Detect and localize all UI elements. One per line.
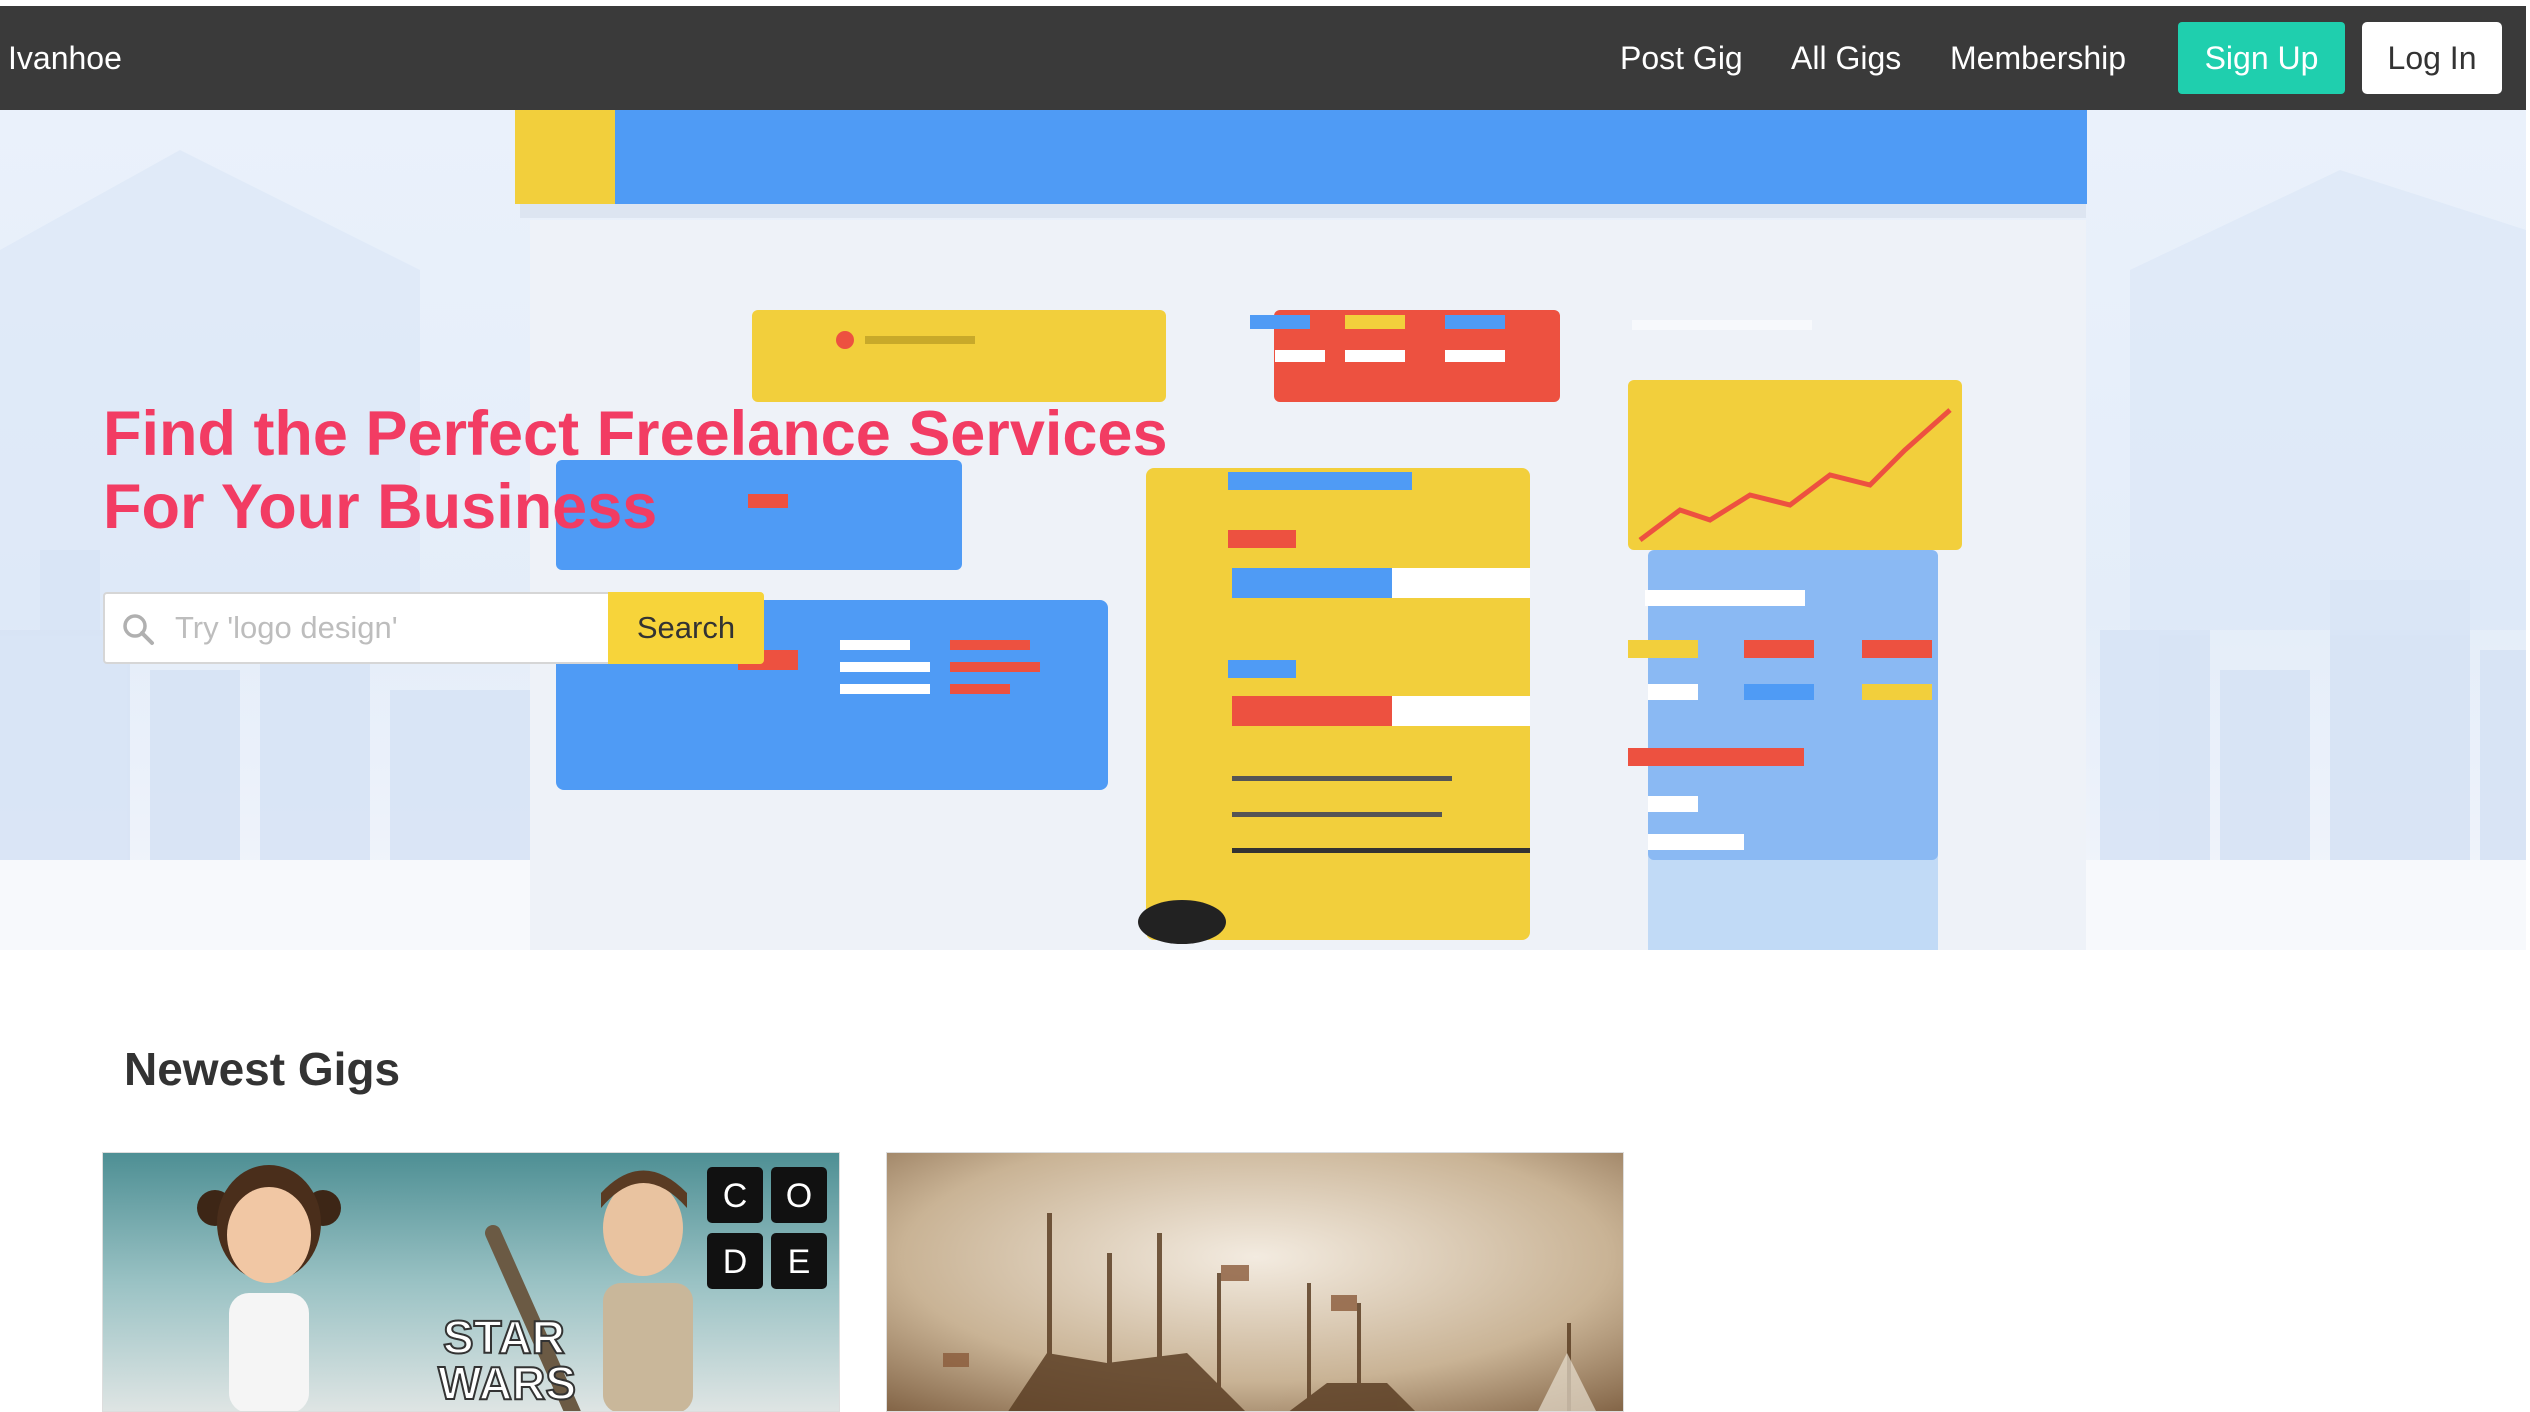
log-in-button[interactable]: Log In — [2362, 22, 2502, 94]
svg-text:E: E — [788, 1243, 811, 1281]
newest-gigs-heading: Newest Gigs — [124, 1043, 401, 1095]
star-wars-code-thumbnail: STAR WARS C O D E — [103, 1153, 839, 1411]
page: Ivanhoe Post Gig All Gigs Membership Sig… — [0, 0, 2530, 1412]
search-button[interactable]: Search — [608, 592, 764, 664]
svg-text:D: D — [723, 1243, 748, 1281]
sailing-ships-painting-thumbnail — [887, 1153, 1623, 1411]
nav-membership[interactable]: Membership — [1950, 6, 2126, 110]
hero-heading-line-1: Find the Perfect Freelance Services — [103, 399, 1168, 469]
hero-heading: Find the Perfect Freelance Services For … — [103, 398, 1203, 544]
svg-text:C: C — [723, 1177, 748, 1215]
hero-banner: Find the Perfect Freelance Services For … — [0, 110, 2526, 950]
sign-up-button[interactable]: Sign Up — [2178, 22, 2345, 94]
search-icon — [123, 614, 154, 645]
search-form: Search — [103, 592, 764, 664]
navbar: Ivanhoe Post Gig All Gigs Membership Sig… — [0, 6, 2526, 110]
svg-text:STAR: STAR — [443, 1311, 565, 1363]
nav-post-gig[interactable]: Post Gig — [1620, 6, 1743, 110]
svg-text:O: O — [786, 1177, 812, 1215]
nav-all-gigs[interactable]: All Gigs — [1791, 6, 1901, 110]
brand-logo[interactable]: Ivanhoe — [8, 6, 122, 110]
svg-text:WARS: WARS — [438, 1357, 576, 1409]
star-wars-logo: STAR WARS — [437, 1310, 577, 1410]
gig-card-2[interactable] — [886, 1152, 1624, 1412]
gig-card-1[interactable]: STAR WARS C O D E — [102, 1152, 840, 1412]
hero-heading-line-2: For Your Business — [103, 472, 658, 542]
